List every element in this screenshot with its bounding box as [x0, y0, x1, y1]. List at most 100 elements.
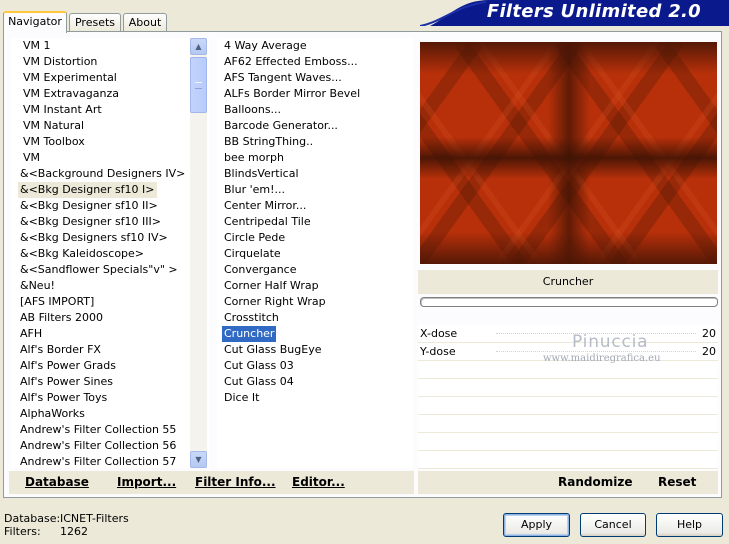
chevron-down-icon: ▼ — [195, 455, 202, 464]
app-header: Filters Unlimited 2.0 — [420, 0, 729, 26]
apply-button[interactable]: Apply — [503, 513, 570, 537]
scroll-down-button[interactable]: ▼ — [190, 451, 207, 468]
database-button[interactable]: Database — [25, 475, 89, 489]
app-title: Filters Unlimited 2.0 — [486, 1, 701, 22]
category-item[interactable]: &Neu! — [18, 278, 57, 294]
filter-item[interactable]: Barcode Generator... — [222, 118, 340, 134]
category-item[interactable]: &<Bkg Designer sf10 I> — [18, 182, 157, 198]
filter-item[interactable]: Dice It — [222, 390, 261, 406]
filter-item[interactable]: BlindsVertical — [222, 166, 301, 182]
category-item[interactable]: Alf's Border FX — [18, 342, 103, 358]
progress-bar — [420, 297, 718, 307]
import-label: Import... — [117, 475, 177, 489]
randomize-button[interactable]: Randomize — [558, 475, 632, 489]
current-filter-name: Cruncher — [418, 270, 718, 294]
category-item[interactable]: [AFS IMPORT] — [18, 294, 96, 310]
category-item[interactable]: VM Toolbox — [21, 134, 87, 150]
filters-count-value: 1262 — [60, 525, 88, 538]
param-empty-row — [418, 379, 718, 397]
param-empty-row — [418, 451, 718, 469]
database-info-value: ICNET-Filters — [60, 512, 129, 525]
filter-item[interactable]: Cruncher — [222, 326, 277, 342]
watermark-url: www.maidiregrafica.eu — [543, 353, 661, 364]
filter-info-label: Filter Info... — [195, 475, 276, 489]
grip-icon — [195, 82, 202, 89]
category-item[interactable]: AlphaWorks — [18, 406, 87, 422]
preview-pattern — [420, 42, 717, 264]
param-label: Y-dose — [420, 345, 456, 358]
category-item[interactable]: VM Natural — [21, 118, 86, 134]
category-scrollbar[interactable]: ▲ ▼ — [190, 38, 207, 468]
filter-item[interactable]: Crosstitch — [222, 310, 281, 326]
category-item[interactable]: VM Extravaganza — [21, 86, 121, 102]
database-info-label: Database: — [4, 512, 61, 525]
filter-info-button[interactable]: Filter Info... — [195, 475, 276, 489]
preview-button-bar: Randomize Reset — [418, 471, 718, 494]
filter-list[interactable]: 4 Way Average AF62 Effected Emboss... AFS … — [217, 38, 413, 468]
category-item[interactable]: &<Bkg Designer sf10 III> — [18, 214, 163, 230]
category-item[interactable]: Alf's Power Toys — [18, 390, 109, 406]
filter-item[interactable]: Circle Pede — [222, 230, 287, 246]
filter-item[interactable]: Cut Glass BugEye — [222, 342, 323, 358]
filter-item[interactable]: Cut Glass 03 — [222, 358, 296, 374]
navigator-button-bar: Database Import... Filter Info... Editor… — [9, 471, 414, 494]
category-item[interactable]: Alf's Power Grads — [18, 358, 118, 374]
category-item[interactable]: &<Bkg Designers sf10 IV> — [18, 230, 170, 246]
editor-label: Editor... — [292, 475, 345, 489]
category-item[interactable]: VM Distortion — [21, 54, 99, 70]
filter-item[interactable]: Corner Right Wrap — [222, 294, 328, 310]
cancel-button[interactable]: Cancel — [580, 513, 646, 537]
param-value: 20 — [702, 345, 716, 358]
filter-item[interactable]: Balloons... — [222, 102, 283, 118]
category-item[interactable]: Alf's Power Sines — [18, 374, 115, 390]
filter-item[interactable]: Cirquelate — [222, 246, 283, 262]
filter-item[interactable]: Corner Half Wrap — [222, 278, 321, 294]
database-info: Database:ICNET-Filters Filters: 1262 — [4, 512, 129, 538]
param-empty-row — [418, 397, 718, 415]
filter-item[interactable]: Cut Glass 04 — [222, 374, 296, 390]
reset-button[interactable]: Reset — [658, 475, 696, 489]
category-item[interactable]: AB Filters 2000 — [18, 310, 105, 326]
param-empty-row — [418, 415, 718, 433]
category-item[interactable]: Andrew's Filter Collection 56 — [18, 438, 178, 454]
navigator-panel: VM 1 VM Distortion VM Experimental VM Extra… — [3, 31, 722, 498]
param-x-dose[interactable]: X-dose 20 — [418, 325, 718, 343]
tab-presets[interactable]: Presets — [69, 13, 121, 32]
param-empty-row — [418, 433, 718, 451]
help-button[interactable]: Help — [656, 513, 723, 537]
import-button[interactable]: Import... — [117, 475, 176, 489]
category-item[interactable]: Andrew's Filter Collection 57 — [18, 454, 178, 468]
scroll-thumb[interactable] — [190, 57, 207, 113]
category-item[interactable]: VM — [21, 150, 42, 166]
filter-item[interactable]: Center Mirror... — [222, 198, 308, 214]
category-list[interactable]: VM 1 VM Distortion VM Experimental VM Extra… — [11, 38, 209, 468]
filter-item[interactable]: AF62 Effected Emboss... — [222, 54, 360, 70]
watermark-title: Pinuccia — [572, 332, 649, 352]
category-item[interactable]: &<Background Designers IV> — [18, 166, 187, 182]
editor-button[interactable]: Editor... — [292, 475, 345, 489]
category-item[interactable]: AFH — [18, 326, 44, 342]
category-item[interactable]: &<Bkg Designer sf10 II> — [18, 198, 160, 214]
category-item[interactable]: VM Experimental — [21, 70, 119, 86]
preview-image — [420, 42, 717, 264]
filter-item[interactable]: Centripedal Tile — [222, 214, 313, 230]
database-label: Database — [25, 475, 89, 489]
chevron-up-icon: ▲ — [195, 42, 202, 51]
filter-item[interactable]: Convergance — [222, 262, 299, 278]
tab-about[interactable]: About — [123, 13, 167, 32]
filter-item[interactable]: bee morph — [222, 150, 286, 166]
param-value: 20 — [702, 327, 716, 340]
category-item[interactable]: &<Sandflower Specials"v" > — [18, 262, 180, 278]
filter-item[interactable]: BB StringThing.. — [222, 134, 315, 150]
category-item[interactable]: Andrew's Filter Collection 55 — [18, 422, 178, 438]
filter-item[interactable]: ALFs Border Mirror Bevel — [222, 86, 362, 102]
filter-item[interactable]: AFS Tangent Waves... — [222, 70, 344, 86]
filter-item[interactable]: 4 Way Average — [222, 38, 309, 54]
category-item[interactable]: &<Bkg Kaleidoscope> — [18, 246, 146, 262]
category-item[interactable]: VM 1 — [21, 38, 53, 54]
tab-navigator[interactable]: Navigator — [3, 11, 67, 33]
scroll-up-button[interactable]: ▲ — [190, 38, 207, 55]
filter-item[interactable]: Blur 'em!... — [222, 182, 287, 198]
param-label: X-dose — [420, 327, 458, 340]
category-item[interactable]: VM Instant Art — [21, 102, 104, 118]
